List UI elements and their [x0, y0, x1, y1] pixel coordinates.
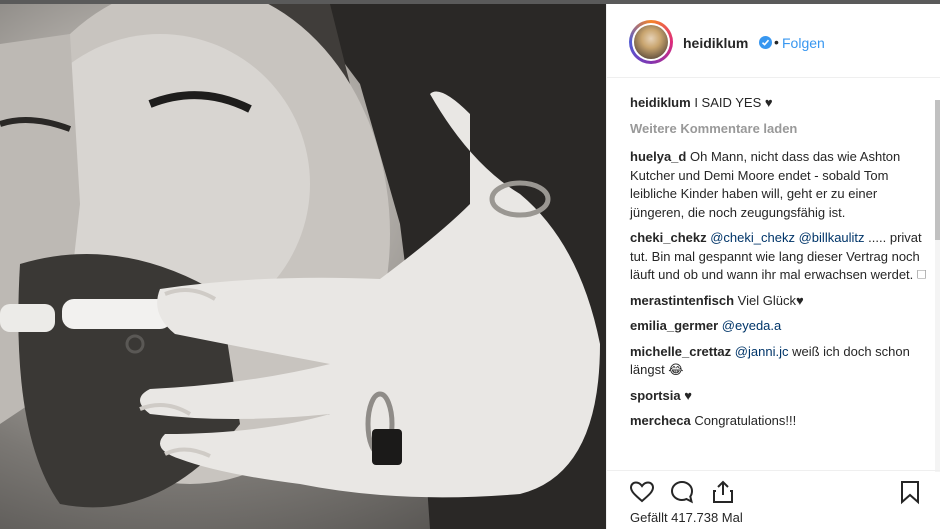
action-bar — [607, 470, 940, 510]
share-arrow-icon[interactable] — [710, 479, 736, 505]
comment-mention[interactable]: @billkaulitz — [799, 230, 865, 245]
bookmark-icon[interactable] — [897, 479, 923, 505]
caption-username[interactable]: heidiklum — [630, 95, 691, 110]
comment-username[interactable]: merastintenfisch — [630, 293, 734, 308]
post-header: heidiklum • Folgen — [607, 4, 940, 78]
avatar-ring-inner — [632, 23, 670, 61]
comment-item: huelya_d Oh Mann, nicht dass das wie Ash… — [630, 148, 930, 222]
comments-list: heidiklum I SAID YES ♥ Weitere Kommentar… — [630, 94, 930, 438]
caption-text: I SAID YES ♥ — [694, 95, 773, 110]
header-username[interactable]: heidiklum — [683, 35, 748, 51]
comment-username[interactable]: michelle_crettaz — [630, 344, 731, 359]
speech-bubble-icon[interactable] — [669, 479, 695, 505]
post-photo[interactable] — [0, 4, 606, 529]
heart-outline-icon[interactable] — [629, 479, 655, 505]
comment-item: michelle_crettaz @janni.jc weiß ich doch… — [630, 343, 930, 380]
scrollbar-thumb[interactable] — [935, 100, 940, 240]
post-side-panel: heidiklum • Folgen heidiklum I SAID YES … — [606, 4, 940, 529]
comment-mention[interactable]: @eyeda.a — [722, 318, 781, 333]
verified-badge-icon — [759, 36, 772, 49]
load-more-comments-button[interactable]: Weitere Kommentare laden — [630, 120, 930, 139]
separator-dot: • — [774, 34, 779, 50]
caption: heidiklum I SAID YES ♥ — [630, 94, 930, 113]
likes-count[interactable]: Gefällt 417.738 Mal — [630, 510, 743, 525]
avatar[interactable] — [629, 20, 673, 64]
comment-username[interactable]: sportsia — [630, 388, 681, 403]
comment-username[interactable]: emilia_germer — [630, 318, 718, 333]
comment-text: Congratulations!!! — [694, 413, 797, 428]
comment-item: mercheca Congratulations!!! — [630, 412, 930, 431]
post-photo-illustration — [0, 4, 606, 529]
follow-button[interactable]: Folgen — [782, 35, 825, 51]
comment-mention[interactable]: @cheki_chekz — [710, 230, 795, 245]
comment-mention[interactable]: @janni.jc — [735, 344, 789, 359]
comment-text: ♥ — [684, 387, 692, 403]
comment-item: sportsia ♥ — [630, 387, 930, 406]
comment-text: Viel Glück♥ — [737, 292, 804, 308]
comment-item: cheki_chekz @cheki_chekz @billkaulitz ..… — [630, 229, 930, 285]
comment-username[interactable]: cheki_chekz — [630, 230, 707, 245]
comment-username[interactable]: mercheca — [630, 413, 691, 428]
comment-item: emilia_germer @eyeda.a — [630, 317, 930, 336]
comment-username[interactable]: huelya_d — [630, 149, 686, 164]
comment-item: merastintenfisch Viel Glück♥ — [630, 292, 930, 311]
comments-scrollbar[interactable] — [935, 100, 940, 472]
avatar-image — [634, 25, 668, 59]
